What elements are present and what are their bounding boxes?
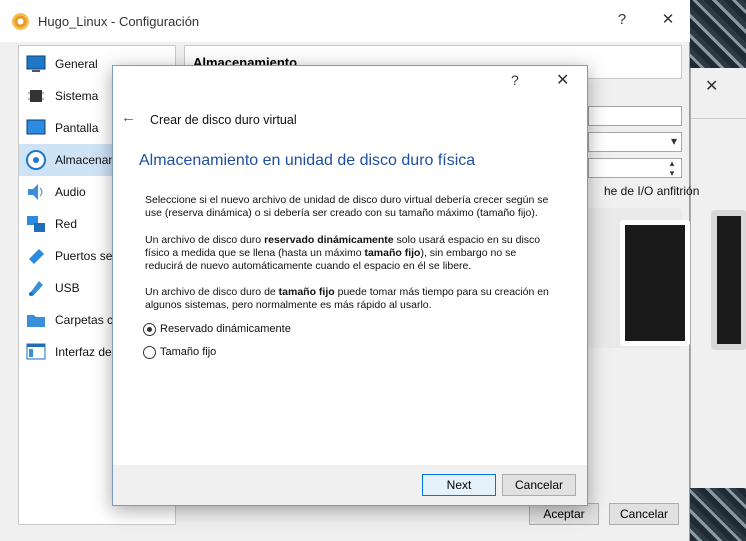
dynamic-description-paragraph: Un archivo de disco duro reservado dinám… (145, 234, 550, 273)
sidebar-item-label: Carpetas co (55, 313, 120, 327)
sidebar-item-label: Almacenam (55, 153, 119, 167)
speaker-icon (28, 184, 43, 200)
bold-term: reservado dinámicamente (264, 234, 394, 246)
window-title: Hugo_Linux - Configuración (38, 14, 200, 29)
network-icon (27, 216, 45, 232)
wizard-page: ← Crear de disco duro virtual Almacenami… (113, 96, 587, 465)
folder-icon (27, 315, 45, 327)
user-interface-icon (26, 343, 46, 360)
storage-preview-panel (588, 208, 690, 348)
background-window-separator (691, 118, 746, 119)
sidebar-item-label: Red (55, 217, 78, 231)
fixed-description-paragraph: Un archivo de disco duro de tamaño fijo … (145, 286, 550, 312)
port-spinbox[interactable] (588, 158, 682, 179)
wizard-page-heading: Almacenamiento en unidad de disco duro f… (139, 152, 476, 169)
help-button[interactable]: ? (612, 10, 632, 30)
sidebar-item-label: Puertos ser (55, 249, 117, 263)
radio-label: Reservado dinámicamente (160, 323, 291, 335)
wizard-title: Crear de disco duro virtual (150, 113, 297, 127)
usb-icon (29, 281, 43, 296)
text-fragment: Un archivo de disco duro (145, 234, 265, 246)
background-window: ✕ (690, 68, 746, 488)
bold-term: tamaño fijo (364, 247, 421, 259)
wizard-help-button[interactable]: ? (511, 72, 519, 88)
sidebar-item-label: Interfaz de (55, 345, 112, 359)
settings-titlebar: Hugo_Linux - Configuración ? ✕ (0, 0, 690, 42)
window-close-button[interactable]: ✕ (658, 10, 678, 30)
chip-icon (28, 90, 44, 102)
wizard-cancel-button[interactable]: Cancelar (502, 474, 576, 496)
background-window-preview (711, 210, 746, 350)
host-cache-checkbox-label: he de I/O anfitrión (604, 184, 700, 198)
wizard-footer: Next Cancelar (113, 465, 587, 505)
create-disk-wizard: ? ✕ ← Crear de disco duro virtual Almace… (112, 65, 588, 506)
next-button[interactable]: Next (422, 474, 496, 496)
storage-disc-icon (26, 150, 46, 170)
wizard-titlebar: ? ✕ (113, 66, 587, 96)
sidebar-item-label: Pantalla (55, 121, 99, 135)
type-combobox[interactable] (588, 132, 682, 152)
name-field[interactable] (588, 106, 682, 126)
virtualbox-app-icon (12, 13, 29, 30)
radio-label: Tamaño fijo (160, 346, 217, 358)
sidebar-item-label: Sistema (55, 89, 99, 103)
sidebar-item-label: General (55, 57, 98, 71)
radio-button-checked[interactable] (143, 323, 156, 336)
intro-paragraph: Seleccione si el nuevo archivo de unidad… (145, 194, 549, 219)
text-fragment: Un archivo de disco duro de (145, 286, 279, 298)
accept-button[interactable]: Aceptar (529, 503, 599, 525)
radio-button-unchecked[interactable] (143, 346, 156, 359)
background-window-close-icon[interactable]: ✕ (705, 76, 718, 96)
monitor-general-icon (26, 55, 46, 72)
sidebar-item-label: USB (55, 281, 80, 295)
bold-term: tamaño fijo (278, 286, 335, 298)
sidebar-item-label: Audio (55, 185, 86, 199)
back-arrow-icon[interactable]: ← (121, 109, 136, 126)
serial-port-icon (29, 249, 44, 264)
wizard-close-button[interactable]: ✕ (556, 70, 569, 90)
cancel-button[interactable]: Cancelar (609, 503, 679, 525)
display-icon (26, 119, 46, 135)
